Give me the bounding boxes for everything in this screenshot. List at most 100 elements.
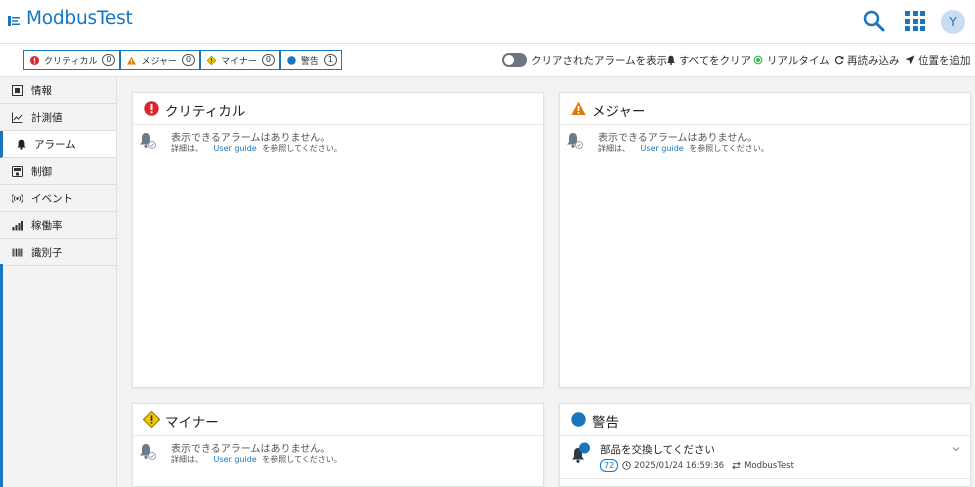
user-guide-link[interactable]: User guide: [641, 144, 684, 153]
alarm-text: 部品を交換してください: [600, 444, 715, 456]
app-switcher-icon[interactable]: [905, 11, 925, 31]
warning-icon: [287, 55, 296, 65]
bell-warning-icon: [572, 442, 590, 463]
major-icon: [127, 55, 137, 65]
sidebar-item-identifier[interactable]: 識別子: [0, 239, 116, 266]
sidebar-item-events[interactable]: イベント: [0, 185, 116, 212]
filter-count: 0: [102, 54, 116, 66]
critical-alarms-card: クリティカル 表示できるアラームはありません。 詳細は、 User guide …: [132, 92, 544, 388]
sidebar-item-label: イベント: [31, 193, 73, 205]
sidebar-item-info[interactable]: 情報: [0, 77, 116, 104]
bell-check-icon: [140, 444, 156, 460]
major-icon: [571, 101, 586, 115]
minor-alarms-card: マイナー 表示できるアラームはありません。 詳細は、 User guide を参…: [132, 403, 544, 487]
filter-major-button[interactable]: メジャー 0: [121, 51, 202, 69]
reload-icon: [834, 56, 844, 65]
user-avatar[interactable]: Y: [941, 10, 965, 34]
minor-icon: [143, 411, 160, 428]
reload-button[interactable]: 再読み込み: [847, 53, 900, 68]
sidebar-item-control[interactable]: 制御: [0, 158, 116, 185]
card-header: メジャー: [560, 93, 970, 125]
sidebar: 情報 計測値 アラーム 制御 イベント 稼働率 識別子: [0, 77, 117, 487]
sidebar-item-label: 制御: [31, 166, 52, 178]
empty-help-suffix: を参照してください。: [262, 455, 342, 464]
alarm-count-badge: 72: [600, 459, 619, 472]
empty-help: 詳細は、 User guide を参照してください。: [171, 143, 342, 154]
clear-all-icon: [667, 55, 675, 65]
filter-label: メジャー: [141, 56, 178, 67]
card-header: クリティカル: [133, 93, 543, 125]
filter-label: マイナー: [221, 56, 257, 67]
realtime-indicator-icon: [753, 55, 763, 65]
critical-icon: [30, 55, 39, 65]
alarm-list-item[interactable]: 部品を交換してください 72 2025/01/24 16:59:36 Modbu…: [560, 436, 970, 479]
major-alarms-card: メジャー 表示できるアラームはありません。 詳細は、 User guide を参…: [559, 92, 971, 388]
search-icon[interactable]: [862, 9, 886, 33]
location-arrow-icon: [905, 55, 915, 65]
empty-help-prefix: 詳細は、: [171, 455, 203, 464]
sidebar-toggle-icon[interactable]: [8, 15, 20, 27]
app-header: ModbusTest Y: [0, 0, 975, 44]
control-icon: [12, 166, 23, 177]
user-guide-link[interactable]: User guide: [214, 455, 257, 464]
sidebar-item-label: アラーム: [34, 139, 76, 151]
clear-all-button[interactable]: すべてをクリア: [679, 53, 751, 68]
warning-icon: [571, 412, 586, 427]
show-cleared-toggle[interactable]: [502, 53, 527, 67]
sidebar-item-measurements[interactable]: 計測値: [0, 104, 116, 131]
empty-help: 詳細は、 User guide を参照してください。: [171, 454, 342, 465]
filter-warning-button[interactable]: 警告 1: [281, 51, 341, 69]
filter-count: 1: [323, 54, 337, 66]
filter-count: 0: [182, 54, 196, 66]
empty-help-prefix: 詳細は、: [598, 144, 630, 153]
filter-minor-button[interactable]: マイナー 0: [201, 51, 281, 69]
empty-help: 詳細は、 User guide を参照してください。: [598, 143, 769, 154]
card-title: クリティカル: [165, 104, 246, 120]
user-guide-link[interactable]: User guide: [214, 144, 257, 153]
chevron-down-icon[interactable]: [952, 445, 960, 453]
show-cleared-label: クリアされたアラームを表示: [531, 55, 668, 67]
card-header: 警告: [560, 404, 970, 436]
sidebar-item-label: 稼働率: [31, 220, 63, 232]
alarm-meta: 72 2025/01/24 16:59:36 ModbusTest: [600, 459, 794, 472]
sidebar-item-label: 識別子: [31, 247, 63, 259]
empty-help-suffix: を参照してください。: [262, 144, 342, 153]
bell-check-icon: [567, 133, 583, 149]
bell-icon: [17, 139, 26, 150]
severity-filter-group: クリティカル 0 メジャー 0 マイナー 0 警告 1: [23, 50, 342, 70]
warning-alarms-card: 警告 部品を交換してください 72 2025/01/24 16:59:36 Mo…: [559, 403, 971, 487]
bell-check-icon: [140, 133, 156, 149]
sidebar-item-availability[interactable]: 稼働率: [0, 212, 116, 239]
empty-message: 表示できるアラームはありません。: [171, 133, 331, 144]
sidebar-item-label: 計測値: [31, 112, 63, 124]
broadcast-icon: [12, 194, 23, 203]
filter-label: クリティカル: [44, 56, 98, 67]
filter-label: 警告: [300, 56, 319, 67]
filter-count: 0: [261, 54, 275, 66]
sidebar-accent-bar: [0, 264, 3, 487]
filter-critical-button[interactable]: クリティカル 0: [24, 51, 122, 69]
card-title: マイナー: [165, 415, 219, 431]
bar-chart-icon: [12, 221, 23, 231]
critical-icon: [144, 101, 159, 116]
add-location-button[interactable]: 位置を追加: [918, 53, 971, 68]
barcode-icon: [12, 248, 23, 257]
empty-help-suffix: を参照してください。: [689, 144, 769, 153]
chart-line-icon: [12, 112, 23, 123]
card-title: 警告: [592, 415, 619, 431]
clock-icon: [622, 461, 631, 470]
alarm-timestamp: 2025/01/24 16:59:36: [634, 460, 725, 471]
card-title: メジャー: [592, 104, 646, 120]
app-title: ModbusTest: [26, 8, 133, 29]
empty-help-prefix: 詳細は、: [171, 144, 203, 153]
minor-icon: [207, 55, 217, 65]
card-header: マイナー: [133, 404, 543, 436]
sidebar-item-alarms[interactable]: アラーム: [0, 131, 116, 158]
info-icon: [12, 85, 23, 96]
empty-message: 表示できるアラームはありません。: [598, 133, 758, 144]
realtime-button[interactable]: リアルタイム: [767, 53, 830, 68]
sidebar-item-label: 情報: [31, 85, 52, 97]
device-exchange-icon: [732, 461, 741, 470]
alarm-source[interactable]: ModbusTest: [744, 461, 794, 471]
empty-message: 表示できるアラームはありません。: [171, 444, 331, 455]
